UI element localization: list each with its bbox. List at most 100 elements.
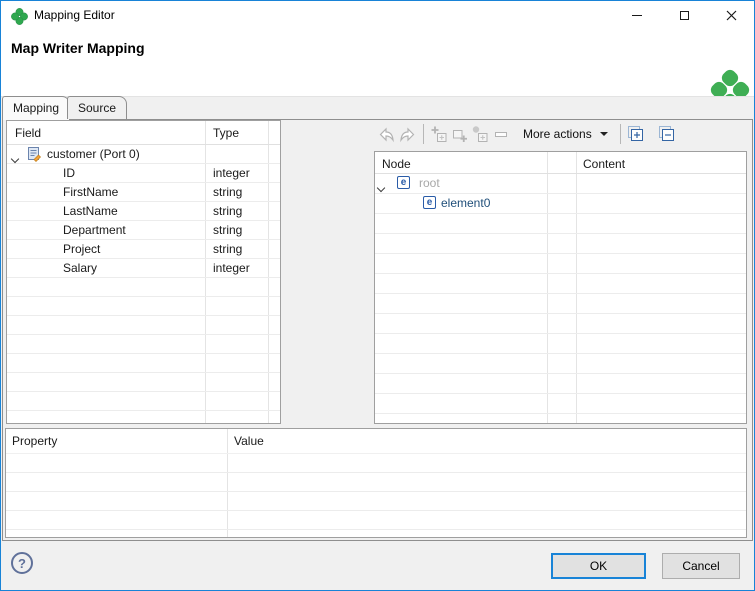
empty-row [375,214,746,234]
arrow-left-icon [379,127,394,142]
map-arrow-right-button[interactable] [399,123,417,145]
toolbar-separator [619,124,621,144]
ok-button[interactable]: OK [551,553,646,579]
empty-row [6,454,746,473]
add-element-button[interactable] [451,123,468,145]
empty-row [7,354,280,373]
empty-row [375,414,746,423]
empty-row [6,473,746,492]
collapse-all-icon [658,126,674,141]
node-table-header: Node Content [375,152,746,174]
empty-row [375,274,746,294]
collapse-all-button[interactable] [658,123,677,145]
expand-all-button[interactable] [627,123,646,145]
maximize-icon [679,10,689,20]
dialog-header: Map Writer Mapping [1,30,754,111]
empty-row [375,334,746,354]
empty-row [7,316,280,335]
tab-mapping[interactable]: Mapping [2,96,71,120]
toolbar-separator [423,124,424,144]
title-bar: Mapping Editor [1,1,754,30]
property-table: Property Value [5,428,747,538]
empty-row [375,314,746,334]
node-table: Node Content e root e element0 [374,151,747,424]
cancel-button[interactable]: Cancel [662,553,740,579]
tab-mapping-label: Mapping [13,101,60,115]
remove-icon [495,131,507,137]
field-type: string [213,185,243,199]
field-row[interactable]: LastName string [7,202,280,221]
empty-row [7,411,280,423]
node-column-header: Node [382,157,411,171]
field-name: ID [63,166,75,180]
field-name: FirstName [63,185,119,199]
help-button[interactable]: ? [11,552,33,574]
remove-element-button[interactable] [493,123,509,145]
node-root-label: root [419,176,440,190]
empty-row [375,294,746,314]
cancel-button-label: Cancel [682,559,720,573]
chevron-down-icon[interactable] [10,151,20,165]
window-title: Mapping Editor [34,8,115,22]
record-root-row[interactable]: customer (Port 0) [7,145,280,164]
field-column-header: Field [15,126,42,140]
property-column-header: Property [12,434,58,448]
expand-all-icon [627,126,643,141]
close-button[interactable] [708,1,754,29]
node-child-label: element0 [441,196,491,210]
empty-row [375,394,746,414]
field-table: Field Type customer (Port 0) ID integer … [6,120,281,424]
empty-row [375,234,746,254]
add-wildcard-element-button[interactable] [472,123,489,145]
add-child-element-button[interactable] [430,123,447,145]
page-title: Map Writer Mapping [11,40,145,56]
empty-row [7,297,280,316]
empty-row [375,354,746,374]
property-table-header: Property Value [6,429,746,454]
map-arrow-left-button[interactable] [377,123,395,145]
node-root-row[interactable]: e root [375,174,746,194]
minimize-button[interactable] [614,1,660,29]
field-row[interactable]: ID integer [7,164,280,183]
empty-row [6,492,746,511]
field-type: string [213,242,243,256]
value-column-header: Value [234,434,264,448]
help-icon: ? [18,555,26,571]
field-type: string [213,223,243,237]
more-actions-label: More actions [523,127,592,141]
more-actions-button[interactable]: More actions [517,127,614,141]
field-type: integer [213,166,250,180]
field-name: Department [63,223,126,237]
mapping-editor-window: Mapping Editor Map Writer Mapping Mappin… [0,0,755,591]
empty-row [6,511,746,530]
element-icon: e [423,196,436,209]
clover-window-icon [11,8,28,25]
add-element-icon [453,129,467,142]
mapping-toolbar: More actions [377,121,677,147]
empty-row [7,278,280,297]
add-child-element-icon [431,126,447,142]
field-table-header: Field Type [7,121,280,145]
empty-row [6,530,746,537]
record-icon [28,147,41,162]
arrow-right-icon [400,127,415,142]
maximize-button[interactable] [661,1,707,29]
field-name: LastName [63,204,118,218]
tab-source-label: Source [78,101,117,115]
field-row[interactable]: Project string [7,240,280,259]
node-child-row[interactable]: e element0 [375,194,746,214]
tab-source[interactable]: Source [67,96,128,119]
field-row[interactable]: Salary integer [7,259,280,278]
empty-row [7,335,280,354]
empty-row [375,374,746,394]
chevron-down-icon[interactable] [376,180,386,194]
field-row[interactable]: FirstName string [7,183,280,202]
field-row[interactable]: Department string [7,221,280,240]
empty-row [7,373,280,392]
field-type: string [213,204,243,218]
field-name: Project [63,242,101,256]
dropdown-caret-icon [599,132,608,136]
close-icon [726,10,736,20]
field-name: Salary [63,261,98,275]
record-root-label: customer (Port 0) [47,147,140,161]
